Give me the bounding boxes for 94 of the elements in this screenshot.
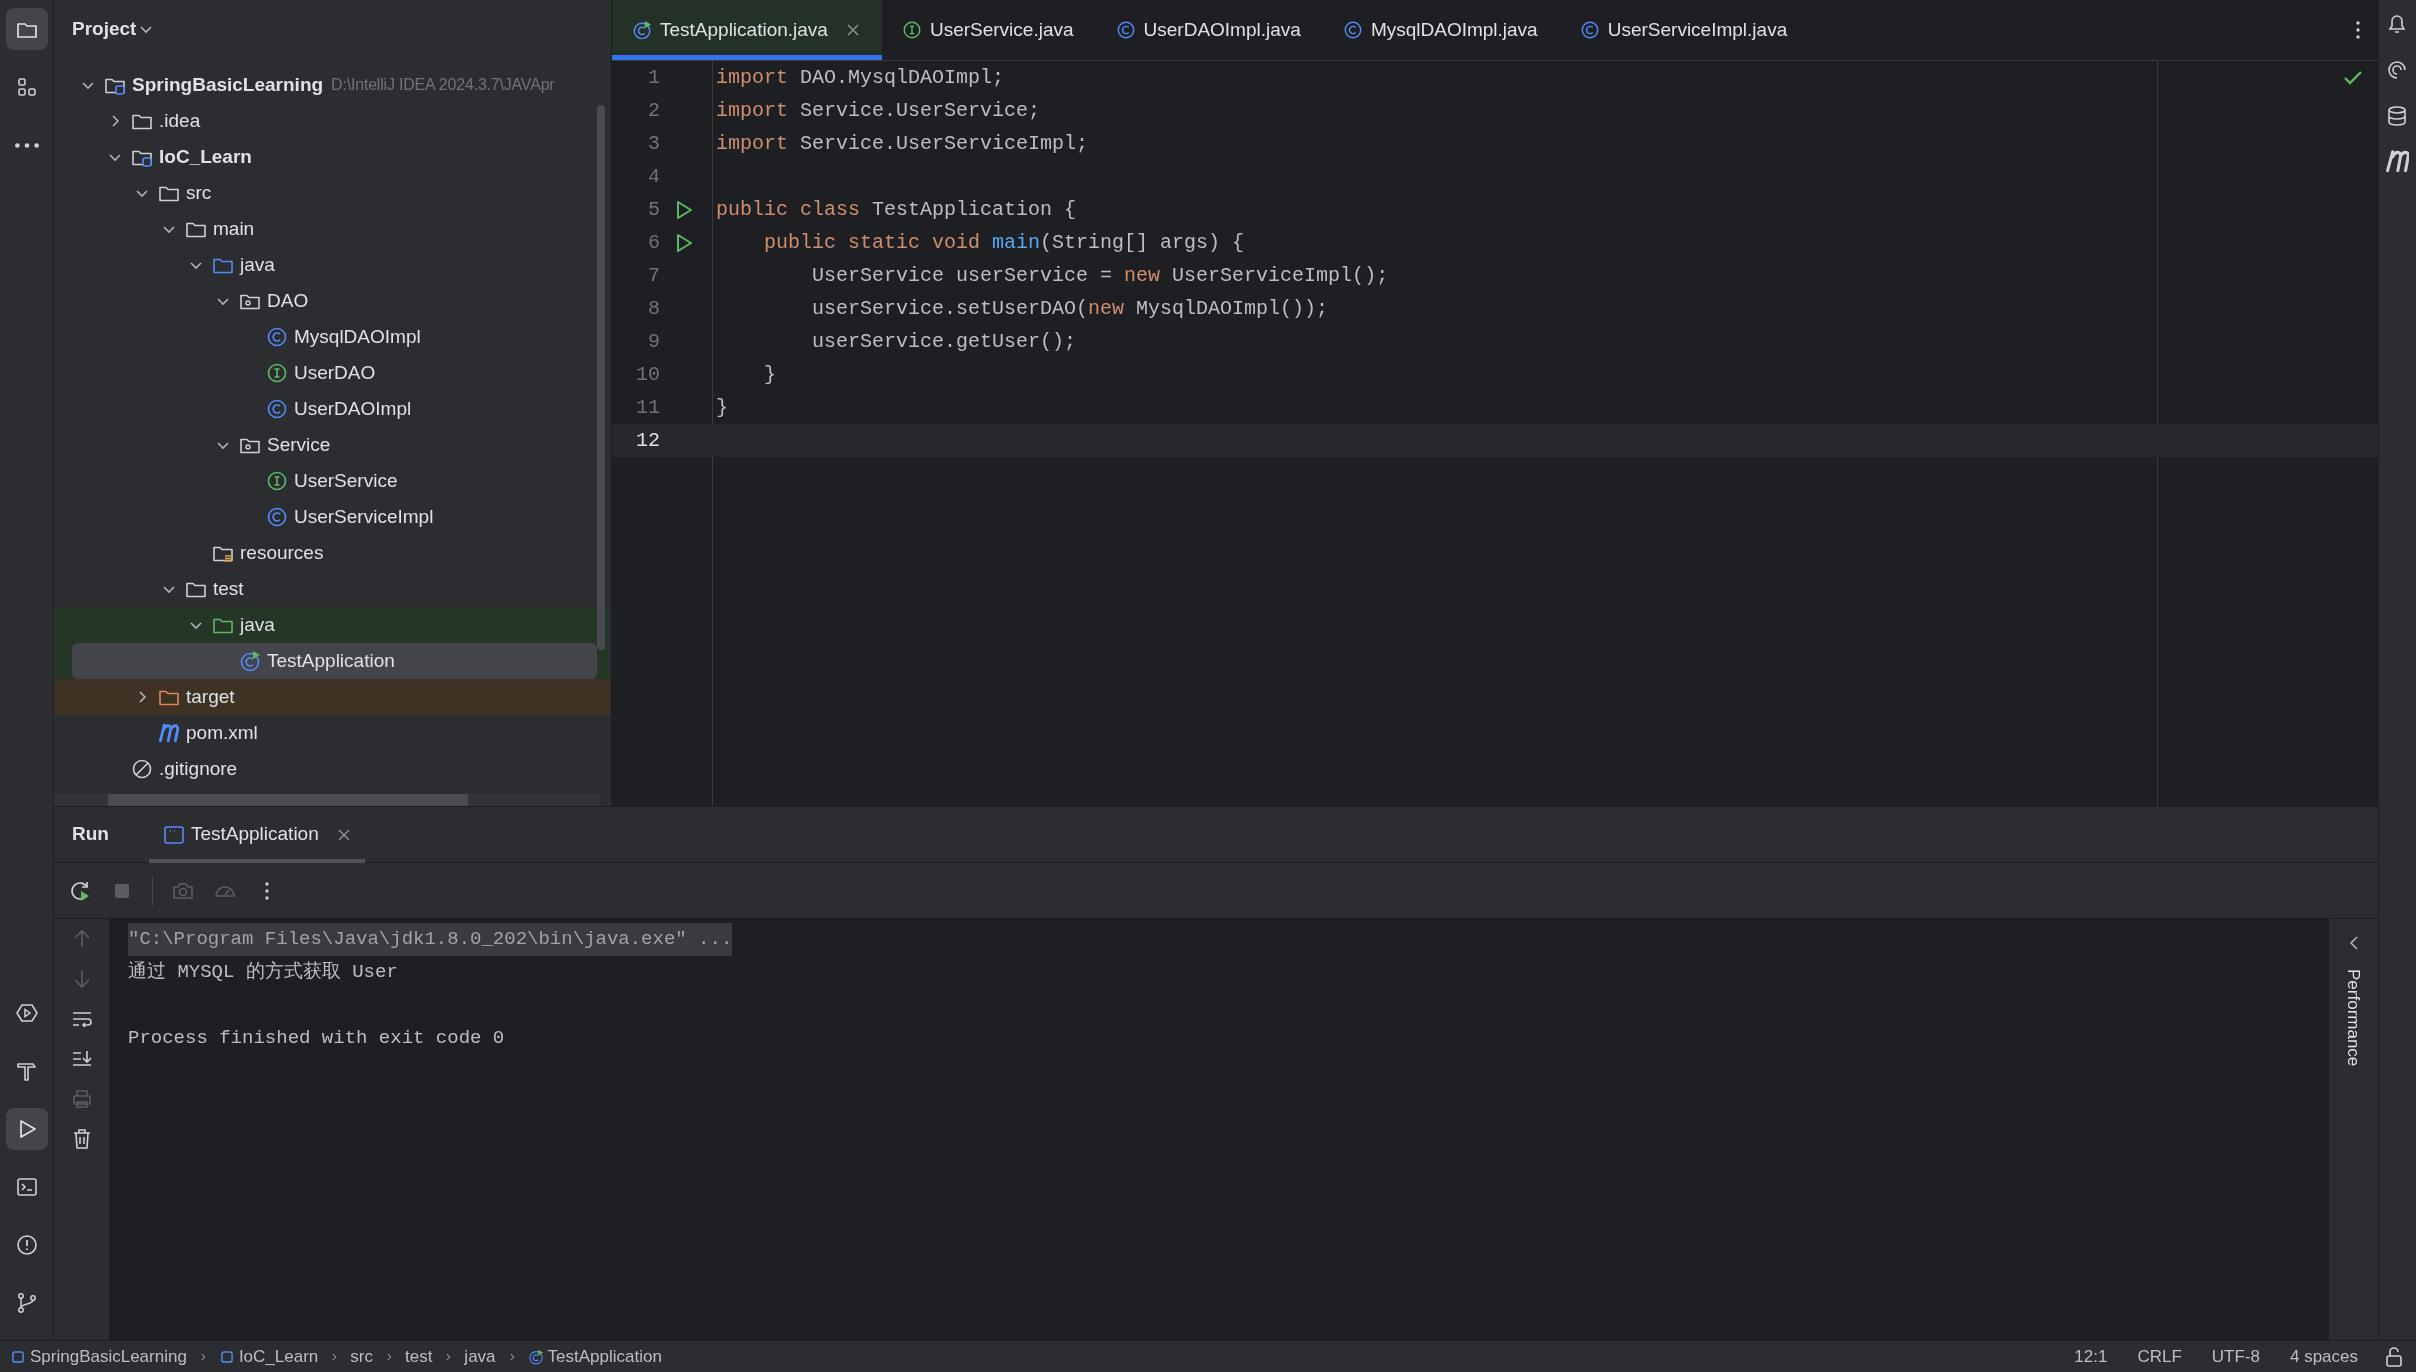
tree-item[interactable]: java [72,607,597,643]
status-item[interactable]: UTF-8 [2211,1343,2260,1370]
tree-item[interactable]: DAO [72,283,597,319]
code-line: public class TestApplication { [716,196,1077,223]
editor-tab[interactable]: MysqlDAOImpl.java [1322,0,1560,60]
breadcrumb[interactable]: IoC_Learn [218,1343,319,1370]
code-line: UserService userService = new UserServiceImpl(); [811,262,1389,289]
status-item[interactable]: 4 spaces [2289,1343,2358,1370]
breadcrumb[interactable]: java [464,1343,496,1370]
tree-item[interactable]: resources [72,535,597,571]
tree-item[interactable]: UserService [72,463,597,499]
editor-tab[interactable]: UserServiceImpl.java [1559,0,1810,60]
tree-item[interactable]: UserDAOImpl [72,391,597,427]
code-line: import Service.UserServiceImpl; [716,130,1089,157]
line-number: 7 [647,262,660,289]
code-line: } [763,361,776,388]
class-icon [266,326,288,348]
run-tab[interactable]: TestApplication [148,806,365,863]
code-line: userService.setUserDAO(new MysqlDAOImpl()); [811,295,1329,322]
line-number: 12 [635,427,660,454]
code-line: userService.getUser(); [811,328,1077,355]
terminal-icon [14,1175,39,1199]
panel-title[interactable]: Project [72,14,137,44]
interface-icon [266,362,288,384]
console-line: 通过 MYSQL 的方式获取 User [128,960,398,986]
line-number: 10 [635,361,660,388]
class-icon [1342,20,1363,40]
tree-item[interactable]: .gitignore [72,751,597,787]
panel-title: Run [72,822,109,847]
line-number: 6 [647,229,660,256]
editor-tab[interactable]: UserDAOImpl.java [1095,0,1323,60]
line-number: 2 [647,97,660,124]
line-number: 5 [647,196,660,223]
status-item[interactable]: 12:1 [2074,1343,2108,1370]
database-icon[interactable] [2385,104,2409,128]
line-number: 9 [647,328,660,355]
code-line: public static void main(String[] args) { [763,229,1245,256]
scrollbar[interactable] [597,105,605,650]
editor-tab[interactable]: TestApplication.java [612,0,882,60]
breadcrumb[interactable]: TestApplication [527,1343,662,1370]
class-run-icon [239,650,261,672]
spiral-icon[interactable] [2385,58,2409,82]
tree-item[interactable]: main [72,211,597,247]
class-icon [1115,20,1136,40]
tree-item[interactable]: .idea [72,103,597,139]
tree-item[interactable]: SpringBasicLearning D:\IntelliJ IDEA 2024.3.7\JAVApr [72,67,597,103]
code-line: } [716,394,728,421]
close-icon[interactable] [845,23,860,37]
more-icon [14,141,39,149]
class-run-icon [527,1348,544,1365]
class-run-icon [632,20,652,40]
ignore-icon [131,758,153,780]
close-icon[interactable] [336,827,351,842]
folder-tool-button[interactable] [5,8,48,50]
tree-item[interactable]: test [72,571,597,607]
tree-item[interactable]: java [72,247,597,283]
editor-tab[interactable]: UserService.java [881,0,1096,60]
module-icon [10,1348,26,1365]
class-icon [266,506,288,528]
interface-icon [901,20,922,40]
tree-item[interactable]: IoC_Learn [72,139,597,175]
path-hint: D:\IntelliJ IDEA 2024.3.7\JAVApr [331,75,555,95]
line-number: 8 [647,295,660,322]
tree-item[interactable]: MysqlDAOImpl [72,319,597,355]
status-item[interactable]: CRLF [2137,1343,2182,1370]
tree-item[interactable]: UserDAO [72,355,597,391]
services-icon [14,1001,39,1025]
breadcrumb[interactable]: test [404,1343,433,1370]
tree-item[interactable]: TestApplication [72,643,597,679]
run-tool-button[interactable] [5,1108,48,1150]
scrollbar[interactable] [108,794,468,806]
tree-item[interactable]: target [72,679,597,715]
line-number: 4 [647,163,660,190]
side-tab[interactable]: Performance [2340,969,2367,1067]
console-line: Process finished with exit code 0 [128,1026,505,1052]
breadcrumb[interactable]: SpringBasicLearning [10,1343,187,1370]
module-icon [218,1348,235,1365]
tree-item[interactable]: src [72,175,597,211]
problems-icon [14,1233,39,1257]
m-letter-icon [158,722,180,744]
tree-item[interactable]: Service [72,427,597,463]
interface-icon [266,470,288,492]
tree-item[interactable]: UserServiceImpl [72,499,597,535]
code-line: import DAO.MysqlDAOImpl; [716,64,1005,91]
line-number: 3 [647,130,660,157]
class-icon [266,398,288,420]
code-line: import Service.UserService; [716,97,1041,124]
line-number: 11 [635,394,660,421]
line-number: 1 [647,64,660,91]
m-letter-icon[interactable] [2385,150,2409,174]
tree-item[interactable]: pom.xml [72,715,597,751]
window-icon [162,823,185,846]
breadcrumb[interactable]: src [350,1343,373,1370]
class-icon [1579,20,1600,40]
